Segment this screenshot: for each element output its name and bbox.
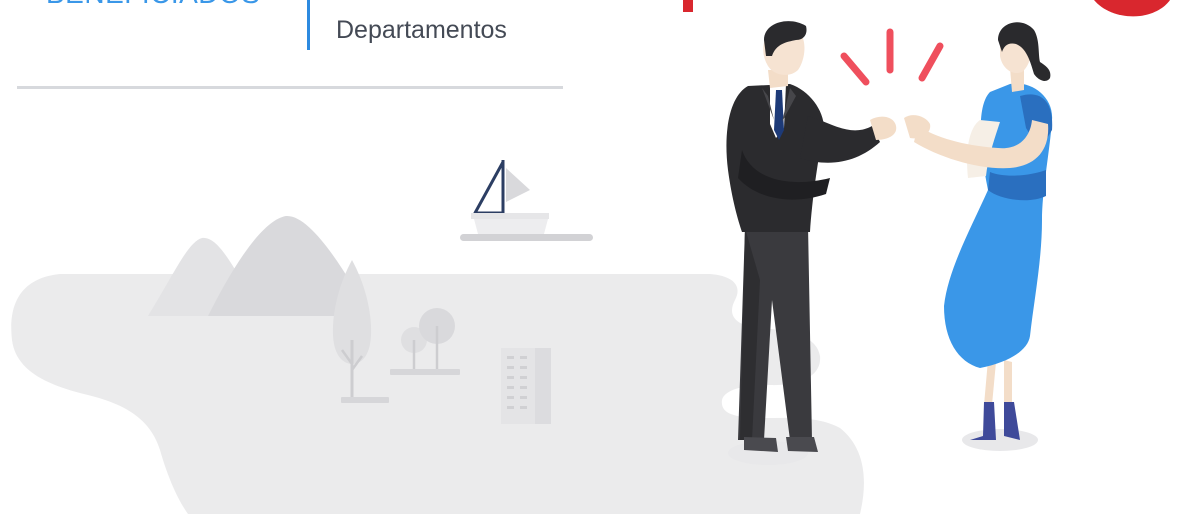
partial-logo-icon xyxy=(683,0,1170,17)
impact-lines-icon xyxy=(840,28,944,86)
illustration xyxy=(11,0,1170,514)
businessman-icon xyxy=(726,21,897,465)
sailboat-icon xyxy=(460,160,593,241)
businesswoman-icon xyxy=(904,22,1053,451)
building-icon xyxy=(501,348,551,424)
